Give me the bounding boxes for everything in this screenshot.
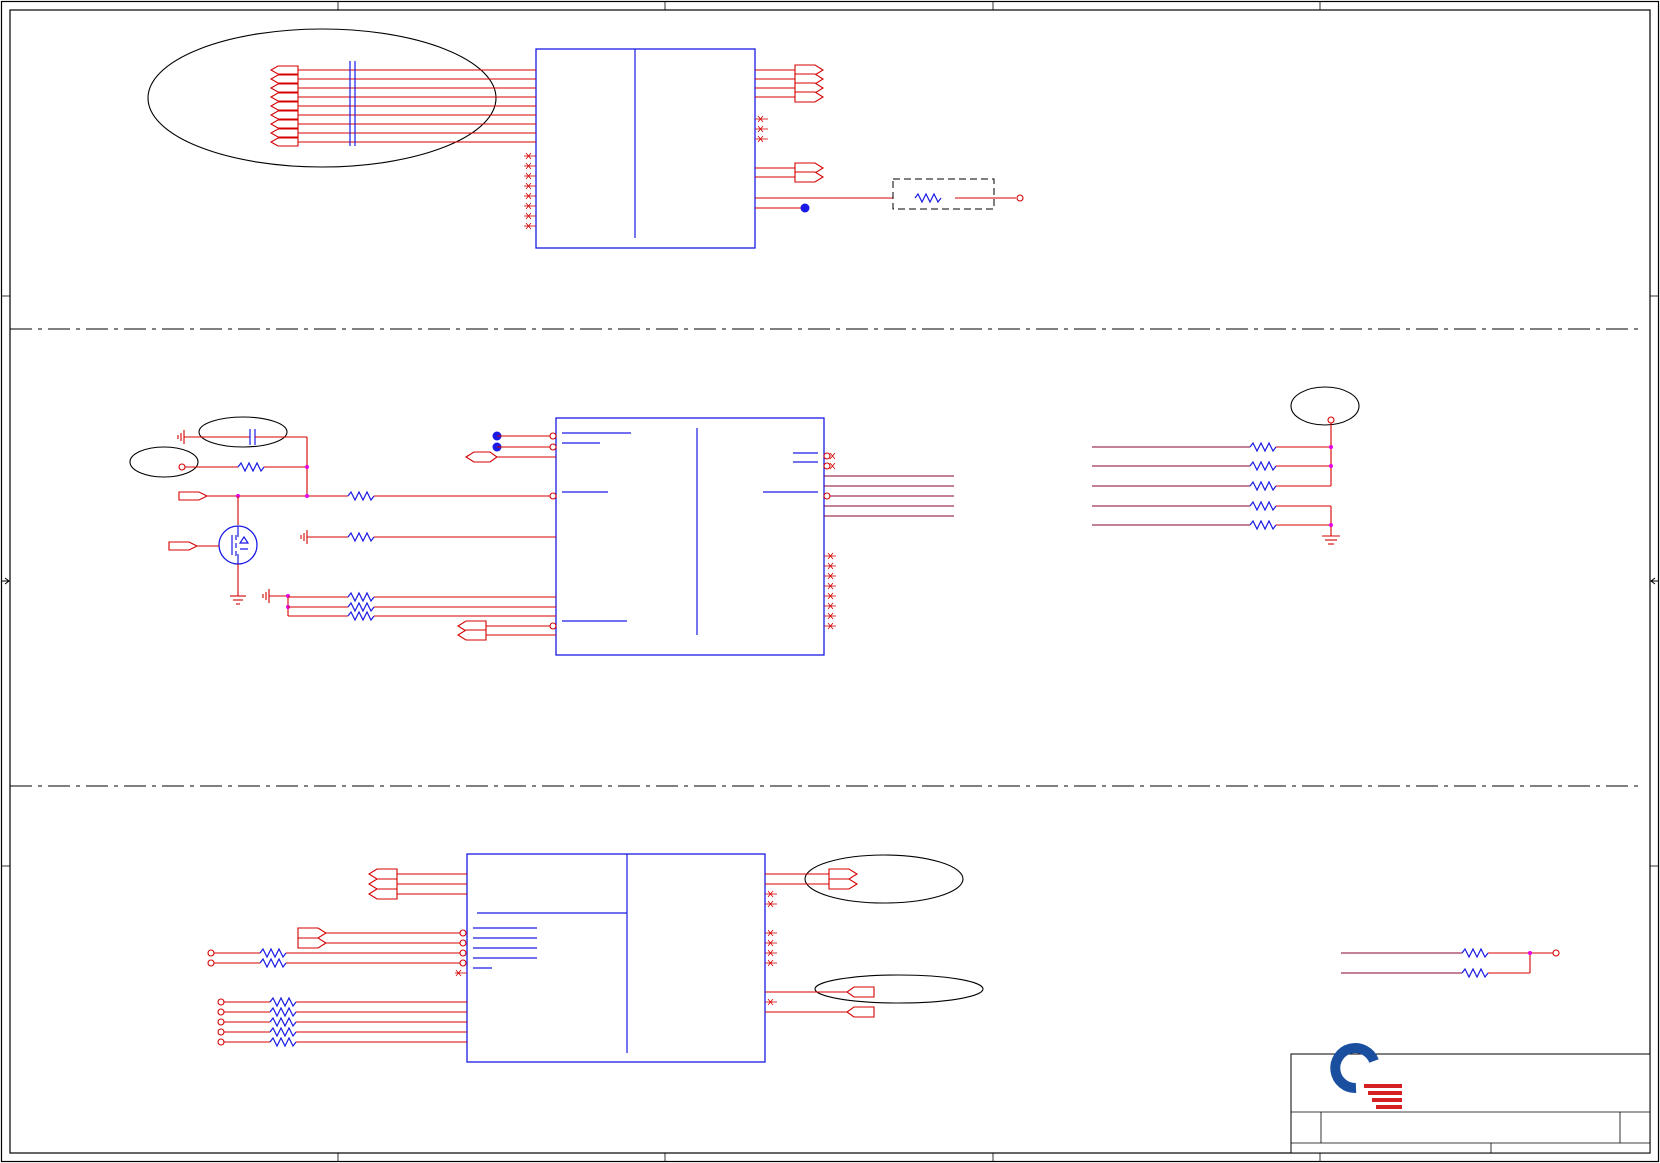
title-block	[1290, 1053, 1651, 1154]
port-group-bottom-2	[297, 927, 328, 949]
highlight-ellipse-cap	[198, 416, 288, 448]
port-left-gate	[168, 541, 199, 551]
highlight-ellipse-top	[147, 28, 497, 168]
nc-pins-u1-left	[524, 152, 536, 230]
net-pin-right	[1327, 416, 1335, 424]
resistor-pair-right	[1341, 947, 1560, 979]
ground-symbol-2	[230, 595, 246, 605]
nc-pins-u3-right	[765, 890, 777, 1006]
port-bottom-right-2	[846, 1006, 875, 1018]
ic-u3-pin-bars	[473, 912, 627, 969]
ic-u2	[555, 417, 825, 656]
resistor-group-mid	[288, 591, 556, 622]
ic-u1	[535, 48, 756, 249]
port-group-bottom-1	[367, 868, 398, 900]
nc-pins-u1-right	[755, 115, 768, 143]
dnp-box	[892, 178, 995, 210]
highlight-ellipse-right	[1290, 386, 1360, 426]
nc-pins-u2-right	[824, 552, 836, 630]
ground-symbol-3	[300, 530, 308, 544]
net-dot-top	[800, 203, 810, 213]
resistor-network-right	[1092, 441, 1331, 531]
top-section	[147, 28, 1024, 249]
test-point-top	[1016, 194, 1024, 202]
middle-section	[129, 386, 1360, 656]
resistor-r-mid-1	[237, 461, 265, 473]
bus-wires-left	[298, 69, 536, 143]
bus-wires-right-u1	[755, 69, 1016, 209]
nc-pins-u2-right-top	[823, 452, 836, 470]
zone-ticks	[1, 1, 1659, 1162]
port-bottom-right-1	[846, 986, 875, 998]
inner-border	[9, 9, 1651, 1154]
port-left-1	[178, 491, 209, 501]
port-group-bottom-right	[828, 868, 859, 890]
ground-symbol-4	[262, 589, 270, 603]
bus-ports-left	[269, 65, 299, 147]
highlight-ellipse-net	[129, 446, 199, 478]
resistor-group-bottom-left	[217, 996, 467, 1048]
bus-wires-right-u2	[824, 475, 954, 517]
resistor-pair-bottom-left	[207, 947, 467, 969]
resistor-r-top	[914, 192, 942, 204]
resistor-r-mid-2	[347, 490, 375, 502]
resistor-r-mid-3	[347, 531, 375, 543]
outer-border	[0, 0, 1660, 1163]
port-pair-mid	[456, 620, 487, 641]
mosfet-q1-internals	[231, 526, 250, 564]
ground-symbol-1	[177, 430, 185, 444]
left-arrow-mark	[2, 577, 10, 585]
port-bidir-mid	[464, 451, 498, 463]
ic-u2-pin-bars	[562, 432, 818, 622]
schematic-sheet	[0, 0, 1660, 1163]
bus-ports-right-u1	[794, 64, 825, 183]
right-arrow-mark	[1650, 577, 1658, 585]
capacitor-c-mid	[184, 429, 308, 496]
highlight-ellipse-bottom-2	[814, 974, 984, 1004]
ground-symbol-5	[1322, 535, 1340, 545]
bottom-section	[207, 853, 1560, 1063]
net-pin-left	[178, 463, 186, 471]
nc-pin-u3-left	[455, 969, 467, 977]
